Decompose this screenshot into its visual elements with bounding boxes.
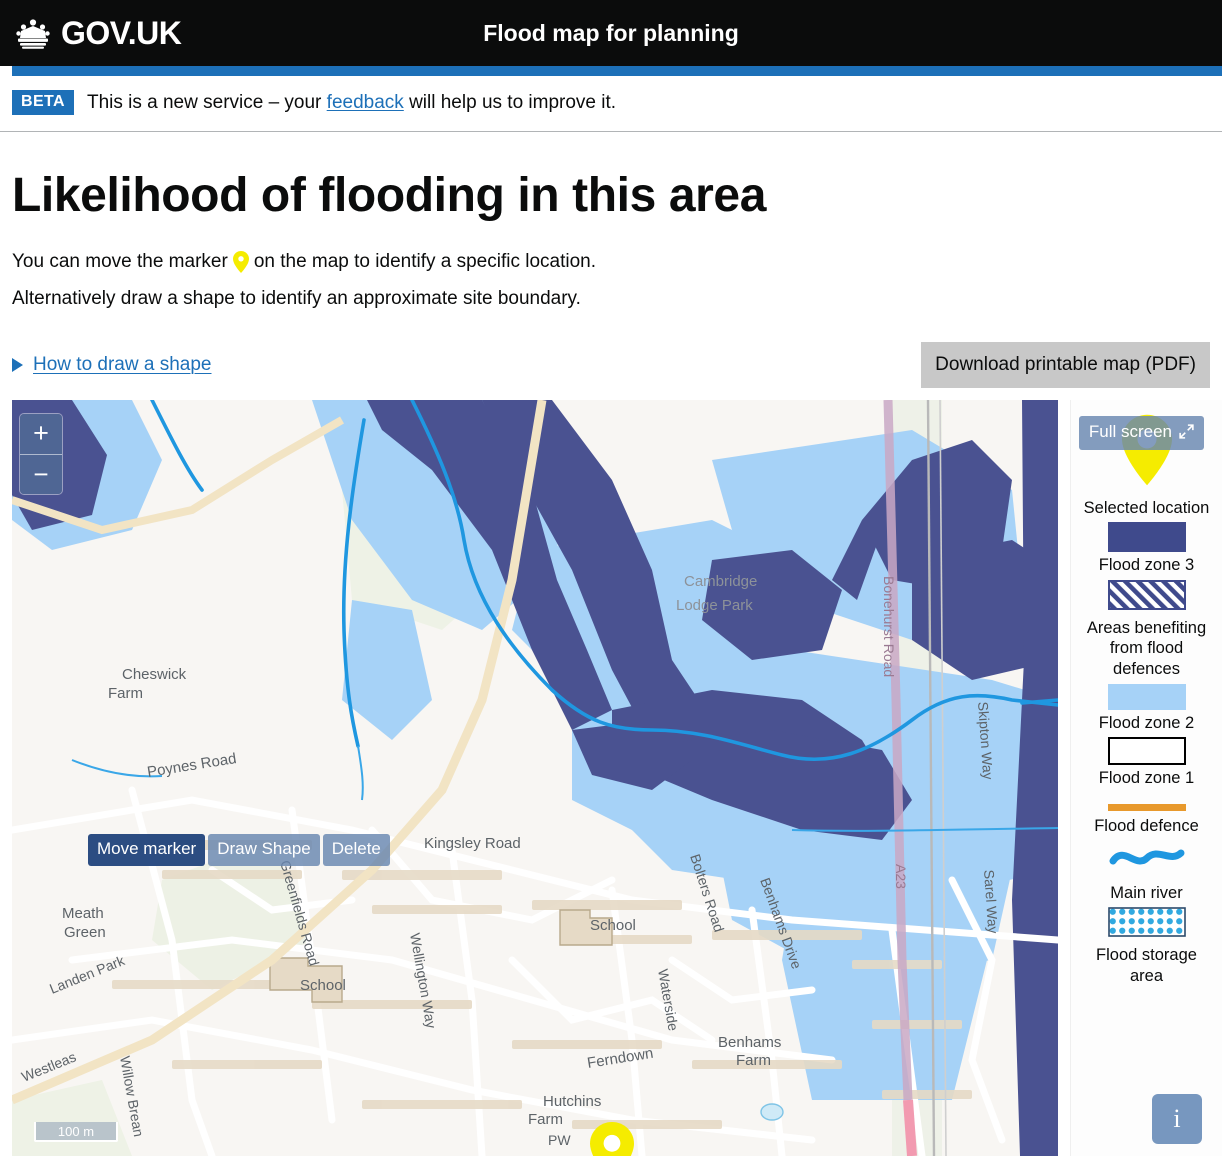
how-to-draw-shape-label: How to draw a shape <box>33 353 212 375</box>
map-legend: Selected location Flood zone 3 Areas ben… <box>1070 399 1222 1156</box>
legend-label-flood-storage-area: Flood storage area <box>1096 946 1197 985</box>
phase-banner: BETA This is a new service – your feedba… <box>0 76 1222 132</box>
legend-label-main-river: Main river <box>1110 883 1183 902</box>
flood-zone-2-swatch <box>1107 683 1186 710</box>
legend-item-flood-zone-1: Flood zone 1 <box>1079 737 1214 789</box>
page-title: Likelihood of flooding in this area <box>12 169 767 222</box>
instruction-text-before: You can move the marker <box>12 251 228 273</box>
scale-bar: 100 m <box>34 1121 118 1142</box>
beta-tag: BETA <box>12 90 74 115</box>
legend-label-selected-location: Selected location <box>1083 498 1210 517</box>
flood-defence-swatch <box>1107 803 1186 811</box>
chevron-right-icon <box>12 357 23 372</box>
blue-accent-bar <box>12 66 1222 76</box>
legend-label-flood-zone-1: Flood zone 1 <box>1098 769 1195 788</box>
zoom-in-button[interactable]: + <box>20 413 62 454</box>
service-name: Flood map for planning <box>483 19 739 46</box>
full-screen-button[interactable]: Full screen <box>1078 415 1204 450</box>
govuk-logotype: GOV.UK <box>61 15 182 51</box>
full-screen-label: Full screen <box>1088 421 1172 441</box>
areas-benefiting-swatch <box>1107 579 1186 610</box>
legend-item-flood-zone-3: Flood zone 3 <box>1079 522 1214 576</box>
map-info-button[interactable]: i <box>1152 1093 1202 1144</box>
instruction-text-after: on the map to identify a specific locati… <box>253 251 597 273</box>
legend-item-main-river: Main river <box>1079 841 1214 904</box>
instruction-line-1: You can move the marker on the map to id… <box>12 249 1210 274</box>
map-tools: Move marker Draw Shape Delete <box>88 833 390 866</box>
main-content: Likelihood of flooding in this area You … <box>0 170 1222 388</box>
draw-shape-button[interactable]: Draw Shape <box>208 833 320 866</box>
selected-location-marker[interactable] <box>590 1121 634 1156</box>
action-row: How to draw a shape Download printable m… <box>12 341 1210 388</box>
map-canvas[interactable]: Cambridge Lodge Park Cheswick Farm Poynes Ro… <box>12 399 1058 1156</box>
how-to-draw-shape-toggle[interactable]: How to draw a shape <box>12 354 212 376</box>
move-marker-button[interactable]: Move marker <box>88 833 206 866</box>
zoom-out-button[interactable]: − <box>20 453 62 494</box>
legend-label-flood-defence: Flood defence <box>1094 816 1199 835</box>
legend-item-flood-defence: Flood defence <box>1079 793 1214 837</box>
govuk-logo[interactable]: GOV.UK <box>14 15 182 51</box>
phase-text-before: This is a new service – your <box>86 91 327 113</box>
phase-banner-text: This is a new service – your feedback wi… <box>87 92 616 114</box>
flood-zone-1-swatch <box>1107 737 1186 766</box>
delete-button[interactable]: Delete <box>322 833 390 866</box>
flood-storage-area-swatch <box>1107 907 1186 937</box>
phase-text-after: will help us to improve it. <box>403 91 617 113</box>
instructions: You can move the marker on the map to id… <box>12 249 1210 311</box>
main-river-swatch <box>1109 849 1184 865</box>
instruction-line-2: Alternatively draw a shape to identify a… <box>12 288 581 310</box>
legend-label-areas-benefiting: Areas benefiting from flood defences <box>1086 618 1207 679</box>
feedback-link[interactable]: feedback <box>327 92 404 113</box>
map-area: Cambridge Lodge Park Cheswick Farm Poynes Ro… <box>0 399 1222 1156</box>
expand-arrows-icon <box>1179 424 1194 439</box>
legend-item-flood-storage-area: Flood storage area <box>1079 907 1214 986</box>
crown-icon <box>16 19 50 49</box>
legend-label-flood-zone-3: Flood zone 3 <box>1098 556 1195 575</box>
flood-zone-3-swatch <box>1107 522 1186 553</box>
map-tiles <box>12 399 1058 1156</box>
map-pin-icon <box>232 250 249 273</box>
legend-item-areas-benefiting: Areas benefiting from flood defences <box>1079 579 1214 680</box>
legend-item-flood-zone-2: Flood zone 2 <box>1079 683 1214 734</box>
legend-label-flood-zone-2: Flood zone 2 <box>1098 713 1195 732</box>
zoom-controls: + − <box>20 413 62 494</box>
govuk-header: GOV.UK Flood map for planning <box>0 0 1222 66</box>
download-printable-map-button[interactable]: Download printable map (PDF) <box>921 341 1210 388</box>
